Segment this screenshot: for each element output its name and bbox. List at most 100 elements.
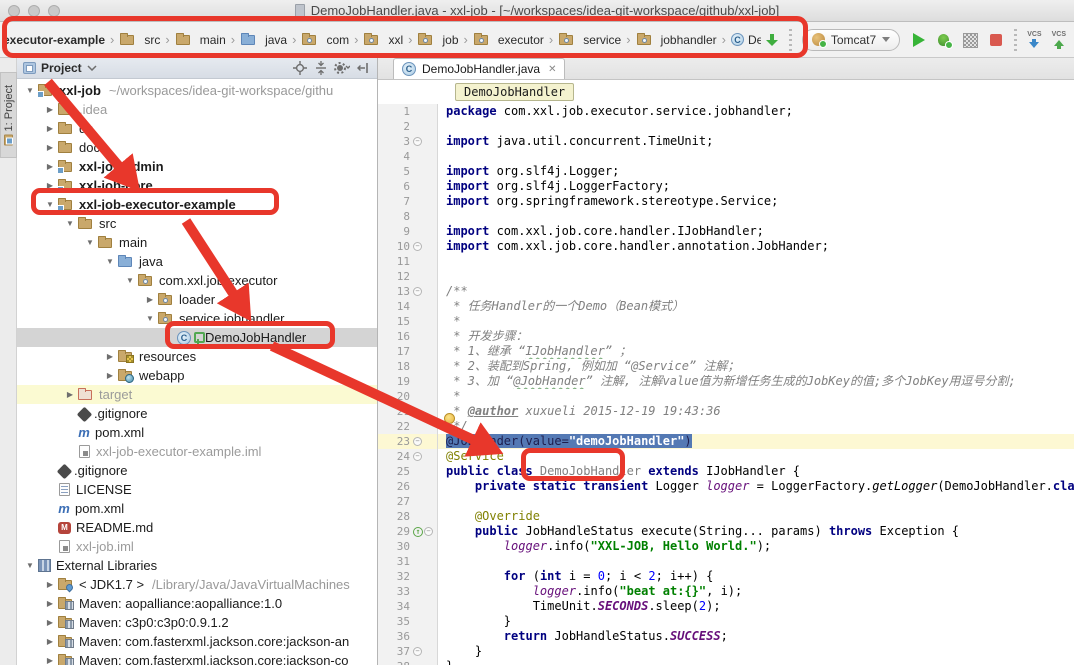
code-line-1[interactable]: 1package com.xxl.job.executor.service.jo…	[378, 104, 1074, 119]
code-line-8[interactable]: 8	[378, 209, 1074, 224]
breadcrumb-service[interactable]: service	[557, 30, 622, 49]
collapsed-arrow-icon[interactable]: ▶	[43, 143, 57, 152]
tree-row-com-xxl-job-executor[interactable]: ▼com.xxl.job.executor	[17, 271, 377, 290]
zoom-window-icon[interactable]	[48, 5, 60, 17]
code-line-36[interactable]: 36 return JobHandleStatus.SUCCESS;	[378, 629, 1074, 644]
breadcrumb-jobhandler[interactable]: jobhandler	[635, 30, 718, 49]
expanded-arrow-icon[interactable]: ▼	[23, 86, 37, 95]
tree-row-maven-aopalliance-aopalliance-1-0[interactable]: ▶Maven: aopalliance:aopalliance:1.0	[17, 594, 377, 613]
tree-row-maven-com-fasterxml-jackson-core-jackson-co[interactable]: ▶Maven: com.fasterxml.jackson.core:jacks…	[17, 651, 377, 665]
breadcrumb-java[interactable]: java	[239, 30, 288, 49]
collapsed-arrow-icon[interactable]: ▶	[63, 390, 77, 399]
fold-marker-icon[interactable]: −	[413, 452, 422, 461]
code-line-23[interactable]: 23−@JobHander(value="demoJobHandler")	[378, 434, 1074, 449]
tree-row-webapp[interactable]: ▶webapp	[17, 366, 377, 385]
coverage-button[interactable]	[962, 32, 978, 48]
vcs-commit-button[interactable]: VCS	[1052, 31, 1066, 49]
code-line-18[interactable]: 18 * 2、装配到Spring, 例如加 “@Service” 注解；	[378, 359, 1074, 374]
tree-row-demojobhandler[interactable]: CDemoJobHandler	[17, 328, 377, 347]
breadcrumb-src[interactable]: src	[118, 30, 161, 49]
tree-row-pom-xml[interactable]: mpom.xml	[17, 423, 377, 442]
tree-row-target[interactable]: ▶target	[17, 385, 377, 404]
collapsed-arrow-icon[interactable]: ▶	[43, 599, 57, 608]
window-controls[interactable]	[8, 5, 60, 17]
tree-row-external-libraries[interactable]: ▼External Libraries	[17, 556, 377, 575]
run-button[interactable]	[910, 32, 926, 48]
code-line-16[interactable]: 16 * 开发步骤：	[378, 329, 1074, 344]
collapsed-arrow-icon[interactable]: ▶	[43, 105, 57, 114]
expanded-arrow-icon[interactable]: ▼	[63, 219, 77, 228]
code-line-14[interactable]: 14 * 任务Handler的一个Demo（Bean模式）	[378, 299, 1074, 314]
expanded-arrow-icon[interactable]: ▼	[123, 276, 137, 285]
collapsed-arrow-icon[interactable]: ▶	[103, 371, 117, 380]
tree-row-pom-xml[interactable]: mpom.xml	[17, 499, 377, 518]
tree-row-xxl-job-executor-example[interactable]: ▼xxl-job-executor-example	[17, 195, 377, 214]
code-line-11[interactable]: 11	[378, 254, 1074, 269]
tree-row-db[interactable]: ▶db	[17, 119, 377, 138]
code-line-19[interactable]: 19 * 3、加 “@JobHander” 注解, 注解value值为新增任务生…	[378, 374, 1074, 389]
breadcrumb-executor[interactable]: executor	[472, 30, 545, 49]
code-line-17[interactable]: 17 * 1、继承 “IJobHandler” ；	[378, 344, 1074, 359]
tree-row-java[interactable]: ▼java	[17, 252, 377, 271]
code-line-4[interactable]: 4	[378, 149, 1074, 164]
fold-marker-icon[interactable]: −	[413, 137, 422, 146]
code-line-38[interactable]: 38}	[378, 659, 1074, 665]
breadcrumb-executor-example[interactable]: executor-example	[2, 31, 106, 49]
code-line-3[interactable]: 3−import java.util.concurrent.TimeUnit;	[378, 134, 1074, 149]
scroll-down-icon[interactable]	[765, 33, 779, 47]
tree-row-gitignore[interactable]: .gitignore	[17, 404, 377, 423]
tree-row-jdk1-7[interactable]: ▶< JDK1.7 >/Library/Java/JavaVirtualMach…	[17, 575, 377, 594]
breadcrumb-xxl[interactable]: xxl	[362, 30, 404, 49]
code-line-31[interactable]: 31	[378, 554, 1074, 569]
code-line-5[interactable]: 5import org.slf4j.Logger;	[378, 164, 1074, 179]
breadcrumb-main[interactable]: main	[174, 30, 227, 49]
minimize-window-icon[interactable]	[28, 5, 40, 17]
code-line-21[interactable]: 21 * @author xuxueli 2015-12-19 19:43:36	[378, 404, 1074, 419]
code-line-34[interactable]: 34 TimeUnit.SECONDS.sleep(2);	[378, 599, 1074, 614]
code-line-13[interactable]: 13−/**	[378, 284, 1074, 299]
gear-icon[interactable]	[334, 60, 350, 76]
locate-file-button[interactable]	[292, 60, 308, 76]
collapsed-arrow-icon[interactable]: ▶	[43, 618, 57, 627]
close-window-icon[interactable]	[8, 5, 20, 17]
tree-row-xxl-job-executor-example-iml[interactable]: xxl-job-executor-example.iml	[17, 442, 377, 461]
fold-marker-icon[interactable]: −	[413, 242, 422, 251]
stop-button[interactable]	[988, 32, 1004, 48]
tab-demojobhandler[interactable]: C DemoJobHandler.java ✕	[393, 58, 565, 79]
collapsed-arrow-icon[interactable]: ▶	[43, 656, 57, 665]
fold-marker-icon[interactable]: −	[413, 647, 422, 656]
collapsed-arrow-icon[interactable]: ▶	[43, 181, 57, 190]
code-line-6[interactable]: 6import org.slf4j.LoggerFactory;	[378, 179, 1074, 194]
chevron-down-icon[interactable]	[87, 65, 97, 71]
code-line-24[interactable]: 24−@Service	[378, 449, 1074, 464]
tree-row-idea[interactable]: ▶.idea	[17, 100, 377, 119]
expanded-arrow-icon[interactable]: ▼	[143, 314, 157, 323]
collapsed-arrow-icon[interactable]: ▶	[43, 580, 57, 589]
fold-marker-icon[interactable]: −	[424, 527, 433, 536]
tree-row-license[interactable]: LICENSE	[17, 480, 377, 499]
code-line-25[interactable]: 25public class DemoJobHandler extends IJ…	[378, 464, 1074, 479]
tree-row-xxl-job-iml[interactable]: xxl-job.iml	[17, 537, 377, 556]
code-line-15[interactable]: 15 *	[378, 314, 1074, 329]
tree-row-xxl-job-core[interactable]: ▶xxl-job-core	[17, 176, 377, 195]
tree-row-src[interactable]: ▼src	[17, 214, 377, 233]
code-line-2[interactable]: 2	[378, 119, 1074, 134]
code-line-29[interactable]: 29↑− public JobHandleStatus execute(Stri…	[378, 524, 1074, 539]
tree-row-xxl-job[interactable]: ▼xxl-job~/workspaces/idea-git-workspace/…	[17, 81, 377, 100]
close-tab-icon[interactable]: ✕	[548, 64, 556, 75]
tree-row-gitignore[interactable]: .gitignore	[17, 461, 377, 480]
tree-row-readme-md[interactable]: MREADME.md	[17, 518, 377, 537]
lightbulb-icon[interactable]	[444, 413, 455, 424]
project-tool-window-tab[interactable]: 1: Project	[0, 72, 17, 158]
breadcrumb-demojobhandler[interactable]: CDemoJobHandler	[730, 31, 761, 49]
tree-row-loader[interactable]: ▶loader	[17, 290, 377, 309]
code-line-28[interactable]: 28 @Override	[378, 509, 1074, 524]
code-line-10[interactable]: 10−import com.xxl.job.core.handler.annot…	[378, 239, 1074, 254]
override-marker-icon[interactable]: ↑	[413, 527, 423, 537]
expanded-arrow-icon[interactable]: ▼	[103, 257, 117, 266]
code-line-27[interactable]: 27	[378, 494, 1074, 509]
code-line-33[interactable]: 33 logger.info("beat at:{}", i);	[378, 584, 1074, 599]
collapsed-arrow-icon[interactable]: ▶	[143, 295, 157, 304]
tree-row-doc[interactable]: ▶doc	[17, 138, 377, 157]
code-line-32[interactable]: 32 for (int i = 0; i < 2; i++) {	[378, 569, 1074, 584]
